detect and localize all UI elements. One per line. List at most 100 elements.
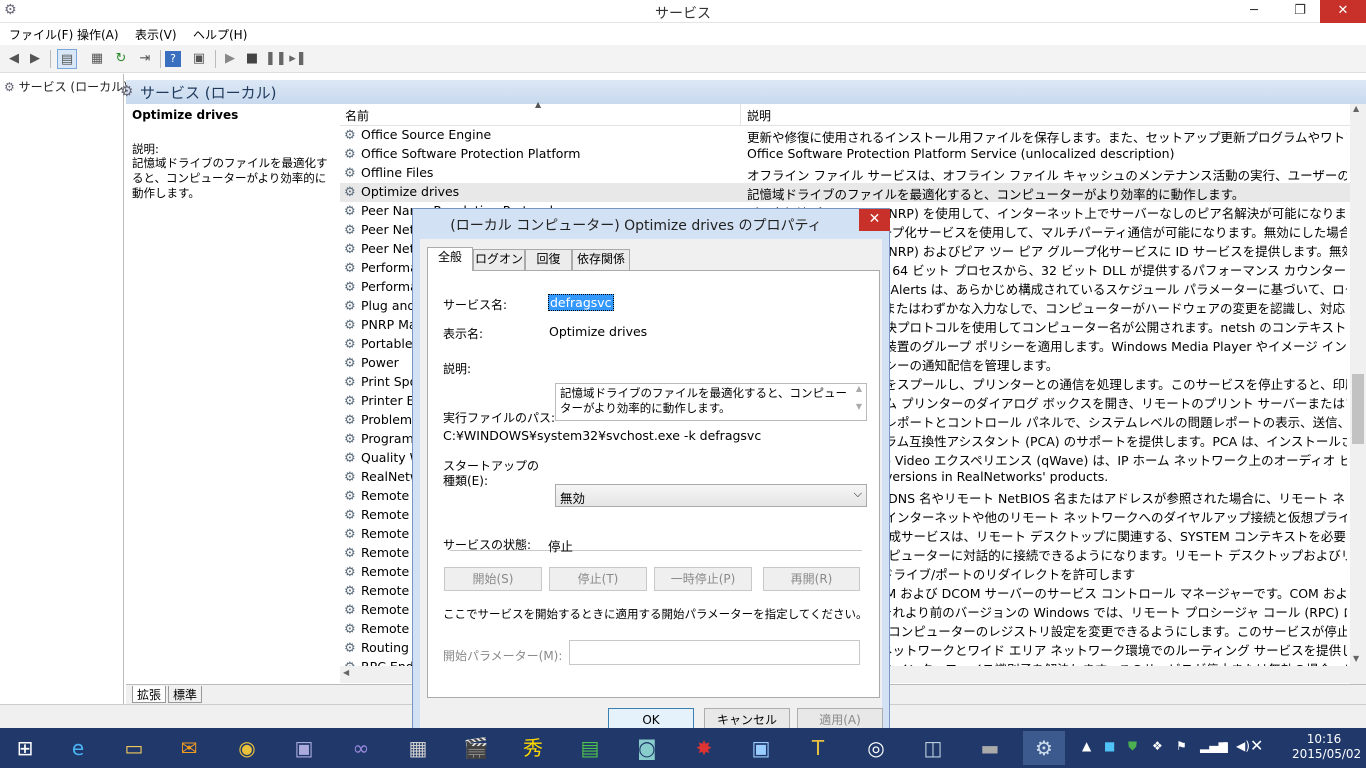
tab-general[interactable]: 全般 (427, 247, 473, 271)
services-gear-icon: ⚙ (4, 80, 15, 94)
toolbar: ◀ ▶ ▤ ▦ ↻ ⇥ ? ▣ ▶ ■ ❚❚ ▸❚ (0, 45, 1366, 73)
tab-extended[interactable]: 拡張 (132, 686, 167, 703)
service-gear-icon: ⚙ (344, 622, 356, 637)
chrome-icon[interactable]: ◉ (226, 731, 268, 765)
start-button[interactable]: 開始(S) (444, 567, 542, 591)
startup-type-value: 無効 (560, 491, 586, 506)
minimize-button[interactable]: ─ (1234, 0, 1274, 23)
description-pane: Optimize drives 説明: 記憶域ドライブのファイルを最適化すると、… (126, 104, 336, 684)
video-editor-icon[interactable]: 🎬 (455, 731, 497, 765)
close-button[interactable]: ✕ (1320, 0, 1366, 23)
forward-arrow-icon[interactable]: ▶ (25, 49, 45, 69)
menu-file[interactable]: ファイル(F) (9, 26, 73, 43)
tab-standard[interactable]: 標準 (168, 686, 203, 703)
refresh-icon[interactable]: ↻ (111, 49, 131, 69)
file-explorer-icon[interactable]: ▭ (113, 731, 155, 765)
restart-service-icon[interactable]: ▸❚ (288, 49, 308, 69)
infinity-app-icon[interactable]: ∞ (340, 731, 382, 765)
dialog-close-button[interactable]: ✕ (859, 209, 890, 231)
text-editor-icon[interactable]: T (797, 731, 839, 765)
restore-button[interactable]: ❐ (1280, 0, 1320, 23)
clock-time: 10:16 (1306, 732, 1342, 746)
volume-icon[interactable]: ◀) (1236, 739, 1250, 753)
scroll-down-icon[interactable]: ▼ (1353, 654, 1359, 663)
export-list-icon[interactable]: ⇥ (135, 49, 155, 69)
dialog-title: (ローカル コンピューター) Optimize drives のプロパティ (450, 218, 822, 234)
dropbox-icon[interactable]: ❖ (1152, 739, 1163, 753)
cmd-window-icon[interactable]: ▬ (969, 731, 1011, 765)
remote-desktop-icon[interactable]: ▣ (283, 731, 325, 765)
scroll-left-icon[interactable]: ◀ (343, 668, 349, 677)
service-gear-icon: ⚙ (344, 489, 356, 504)
menu-help[interactable]: ヘルプ(H) (193, 26, 247, 43)
resume-button[interactable]: 再開(R) (763, 567, 860, 591)
help-icon[interactable]: ? (165, 51, 181, 67)
startup-type-select[interactable]: 無効 ⌵ (555, 484, 867, 507)
outlook-icon[interactable]: ✉ (168, 731, 210, 765)
tree-node-services-local[interactable]: ⚙ サービス (ローカル) (4, 78, 128, 95)
stop-service-icon[interactable]: ■ (242, 49, 262, 69)
show-hidden-icons[interactable]: ▲ (1082, 739, 1091, 753)
toolbar-separator (215, 50, 216, 68)
start-windows-icon[interactable]: ⊞ (4, 731, 46, 765)
recorder-app-icon[interactable]: ◎ (855, 731, 897, 765)
service-name-value[interactable]: defragsvc (548, 294, 614, 311)
menu-view[interactable]: 表示(V) (135, 26, 177, 43)
action-center-flag-icon[interactable]: ⚑ (1176, 739, 1187, 753)
dialog-description-box[interactable]: 記憶域ドライブのファイルを最適化すると、コンピューターがより効率的に動作します。… (555, 383, 867, 421)
column-separator[interactable] (740, 104, 741, 126)
pause-button[interactable]: 一時停止(P) (654, 567, 752, 591)
back-arrow-icon[interactable]: ◀ (4, 49, 24, 69)
service-gear-icon: ⚙ (344, 242, 356, 257)
service-name: Power (361, 355, 399, 370)
start-service-icon[interactable]: ▶ (220, 49, 240, 69)
internet-explorer-icon[interactable]: e (57, 731, 99, 765)
camera-icon[interactable]: ◙ (626, 731, 668, 765)
taskbar-clock[interactable]: 10:16 2015/05/02 (1292, 732, 1361, 762)
menu-action[interactable]: 操作(A) (77, 26, 119, 43)
table-row[interactable]: ⚙ Office Software Protection Platform Offi… (340, 145, 1350, 164)
table-row[interactable]: ⚙ Offline Files オフライン ファイル サービスは、オフライン ファイ… (340, 164, 1350, 183)
performance-monitor-icon[interactable]: ◫ (912, 731, 954, 765)
service-gear-icon: ⚙ (344, 451, 356, 466)
column-description-header[interactable]: 説明 (747, 107, 771, 124)
service-name-text[interactable]: defragsvc (548, 294, 614, 311)
security-shield-icon[interactable]: ⛊ (1128, 739, 1137, 754)
hidemaru-editor-icon[interactable]: 秀 (512, 731, 554, 765)
start-params-input[interactable] (569, 640, 860, 665)
tray-app-icon[interactable]: ■ (1104, 739, 1115, 753)
description-label: 説明: (132, 142, 159, 156)
description-scroll[interactable]: ▲ ▼ (852, 384, 866, 420)
pause-service-icon[interactable]: ❚❚ (265, 49, 287, 69)
action-pane-icon[interactable]: ▣ (189, 49, 209, 69)
network-tool-icon[interactable]: ✸ (683, 731, 725, 765)
table-row[interactable]: ⚙ Office Source Engine 更新や修復に使用されるインストール用フ… (340, 126, 1350, 145)
stop-button[interactable]: 停止(T) (549, 567, 647, 591)
table-row[interactable]: ⚙ Optimize drives 記憶域ドライブのファイルを最適化すると、コンピュ… (340, 183, 1350, 202)
show-tree-icon[interactable]: ▤ (57, 49, 77, 69)
vertical-scrollbar[interactable]: ▲ ▼ (1350, 104, 1366, 684)
service-gear-icon: ⚙ (344, 185, 356, 200)
tab-recovery[interactable]: 回復 (525, 249, 572, 270)
service-gear-icon: ⚙ (344, 375, 356, 390)
display-name-value[interactable]: Optimize drives (549, 324, 647, 339)
services-taskbar-icon[interactable]: ⚙ (1023, 731, 1065, 765)
calculator-icon[interactable]: ▦ (397, 731, 439, 765)
network-monitor-icon[interactable]: ▣ (740, 731, 782, 765)
service-gear-icon: ⚙ (344, 166, 356, 181)
ime-mode-icon[interactable]: ▯ (1222, 739, 1229, 753)
start-params-label: 開始パラメーター(M): (443, 649, 563, 663)
properties-icon[interactable]: ▦ (87, 49, 107, 69)
exe-path-value[interactable]: C:¥WINDOWS¥system32¥svchost.exe -k defra… (443, 428, 761, 443)
clear-notifications-icon[interactable]: ✕ (1250, 736, 1263, 755)
column-name-header[interactable]: 名前 (345, 107, 369, 124)
service-description: 更新や修復に使用されるインストール用ファイルを保存します。また、セットアップ更新… (747, 130, 1347, 145)
terminal-app-icon[interactable]: ▤ (569, 731, 611, 765)
service-gear-icon: ⚙ (344, 432, 356, 447)
scroll-thumb[interactable] (1352, 374, 1364, 444)
service-gear-icon: ⚙ (344, 318, 356, 333)
scroll-up-icon[interactable]: ▲ (1353, 104, 1359, 113)
tab-logon[interactable]: ログオン (473, 249, 525, 270)
tab-dependencies[interactable]: 依存関係 (572, 249, 630, 270)
dialog-body: 全般 ログオン 回復 依存関係 サービス名: defragsvc 表示名: Op… (420, 239, 883, 739)
